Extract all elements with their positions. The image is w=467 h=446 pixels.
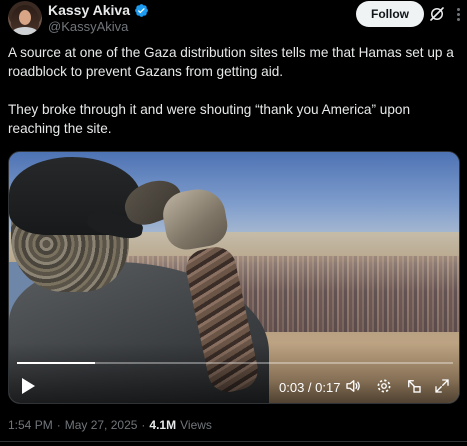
tweet-meta: 1:54 PM · May 27, 2025 · 4.1M Views bbox=[8, 418, 212, 432]
tweet-header: Kassy Akiva @KassyAkiva Follow bbox=[8, 0, 460, 40]
tweet: Kassy Akiva @KassyAkiva Follow A source … bbox=[0, 0, 467, 446]
tweet-paragraph-1: A source at one of the Gaza distribution… bbox=[8, 45, 454, 79]
avatar-face bbox=[19, 10, 31, 25]
views-count: 4.1M bbox=[149, 418, 177, 432]
grok-icon[interactable] bbox=[428, 5, 446, 23]
views-label: Views bbox=[180, 418, 212, 432]
author-info: Kassy Akiva @KassyAkiva bbox=[48, 2, 149, 34]
divider bbox=[0, 441, 467, 442]
play-icon[interactable] bbox=[20, 377, 36, 395]
display-name[interactable]: Kassy Akiva bbox=[48, 2, 130, 18]
settings-icon[interactable] bbox=[375, 377, 393, 395]
avatar-shirt bbox=[12, 27, 38, 35]
meta-separator-2: · bbox=[141, 418, 146, 432]
video-time-display: 0:03 / 0:17 bbox=[279, 380, 341, 395]
follow-button[interactable]: Follow bbox=[356, 1, 424, 27]
pip-icon[interactable] bbox=[405, 377, 423, 395]
video-controls: 0:03 / 0:17 bbox=[9, 372, 459, 402]
tweet-paragraph-2: They broke through it and were shouting … bbox=[8, 102, 411, 136]
verified-badge-icon bbox=[135, 3, 148, 17]
name-row: Kassy Akiva bbox=[48, 2, 149, 18]
avatar[interactable] bbox=[8, 1, 42, 35]
more-icon[interactable] bbox=[452, 3, 464, 25]
tweet-date[interactable]: May 27, 2025 bbox=[65, 418, 138, 432]
author-handle[interactable]: @KassyAkiva bbox=[48, 19, 149, 34]
video-player[interactable]: 0:03 / 0:17 bbox=[8, 151, 460, 404]
fullscreen-icon[interactable] bbox=[433, 377, 451, 395]
tweet-text: A source at one of the Gaza distribution… bbox=[8, 43, 460, 157]
volume-icon[interactable] bbox=[344, 377, 362, 395]
tweet-time[interactable]: 1:54 PM bbox=[8, 418, 53, 432]
video-progress-fill bbox=[17, 362, 95, 364]
meta-separator: · bbox=[56, 418, 61, 432]
